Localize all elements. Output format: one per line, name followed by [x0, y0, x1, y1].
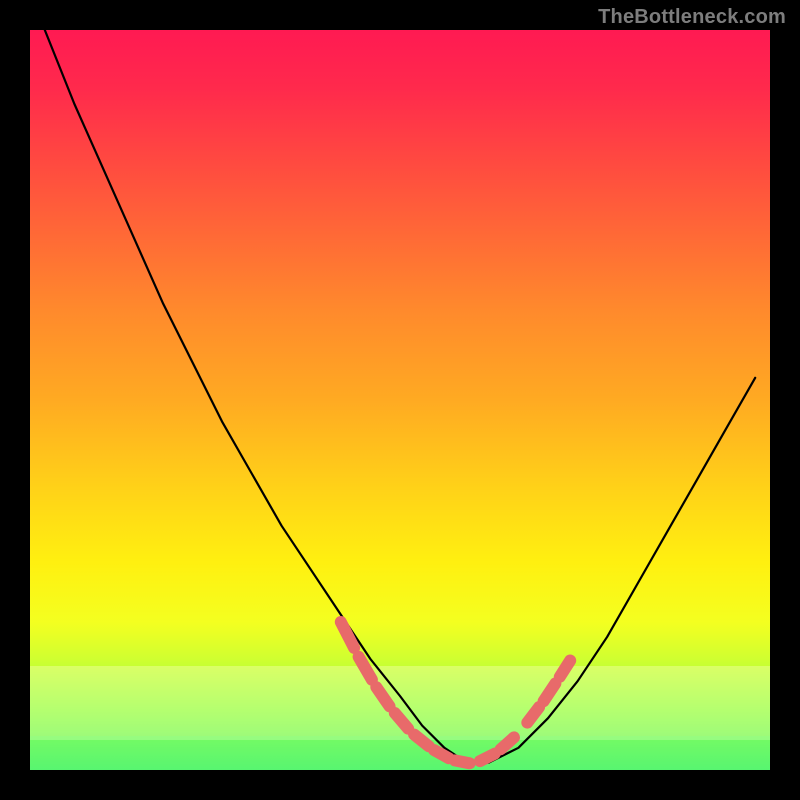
- highlight-dash: [434, 750, 449, 758]
- highlight-dash: [376, 687, 389, 706]
- highlight-dash: [414, 735, 429, 747]
- highlight-dash: [341, 622, 354, 648]
- plot-area: [30, 30, 770, 770]
- highlight-dash: [501, 737, 514, 749]
- highlight-dash: [455, 760, 470, 763]
- attribution-label: TheBottleneck.com: [598, 6, 786, 29]
- bottleneck-curve: [45, 30, 755, 763]
- highlight-dash: [359, 657, 372, 680]
- highlight-dash: [395, 713, 408, 729]
- chart-frame: TheBottleneck.com: [0, 0, 800, 800]
- highlight-dash: [527, 707, 539, 723]
- highlight-dash: [560, 661, 570, 677]
- highlight-dashes: [341, 622, 570, 763]
- highlight-dash: [544, 683, 556, 701]
- highlight-dash: [480, 754, 495, 761]
- chart-svg: [30, 30, 770, 770]
